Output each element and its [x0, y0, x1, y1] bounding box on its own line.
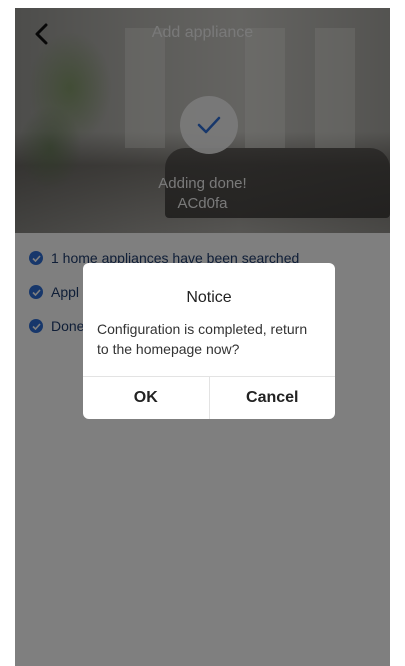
- ok-button[interactable]: OK: [83, 377, 209, 419]
- dialog-title: Notice: [186, 289, 232, 306]
- cancel-button[interactable]: Cancel: [208, 377, 336, 419]
- app-screen: Add appliance Adding done! ACd0fa 1 home…: [15, 8, 390, 666]
- dialog-message: Configuration is completed, return to th…: [97, 321, 308, 357]
- dialog-button-bar: OK Cancel: [83, 376, 335, 419]
- notice-dialog: Notice Configuration is completed, retur…: [83, 263, 335, 419]
